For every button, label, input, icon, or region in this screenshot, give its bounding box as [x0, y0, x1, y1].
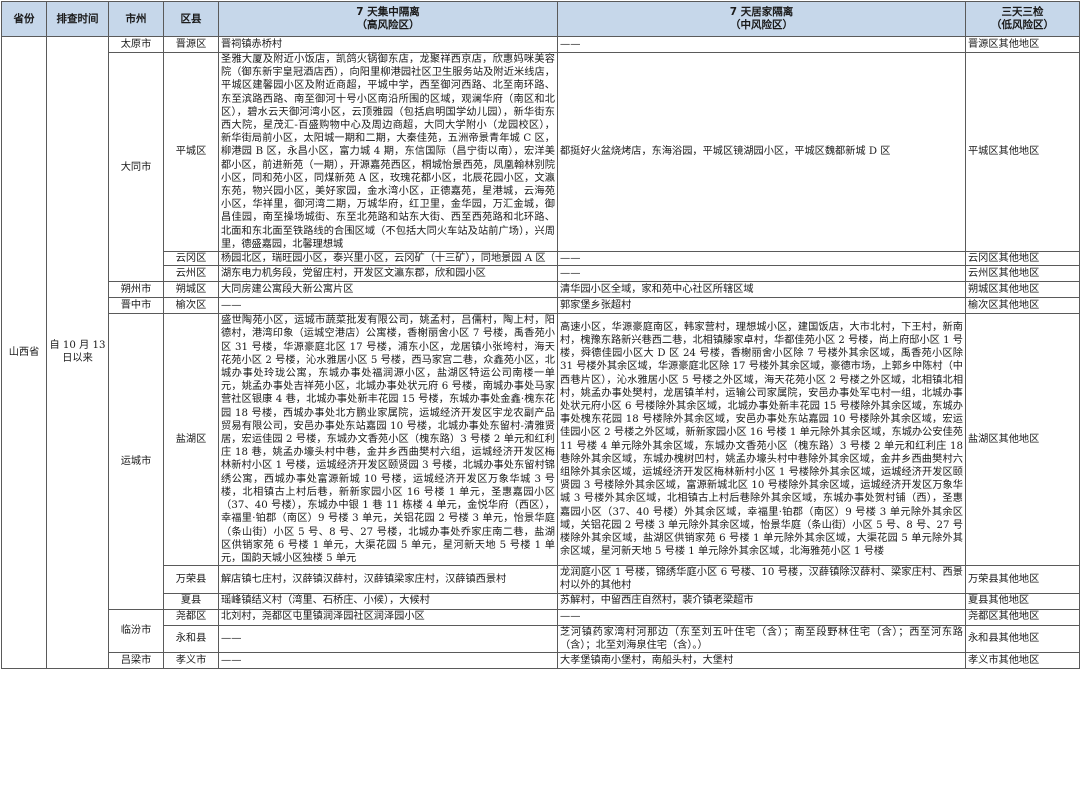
county-cell: 榆次区 — [163, 297, 219, 315]
header-low-title: 三天三检 — [1001, 6, 1044, 18]
high-risk-cell: 盛世陶苑小区，运城市蔬菜批发有限公司，姚孟村，吕儒村，陶上村，阳德村，港湾印象（… — [218, 313, 558, 567]
table-row: 云冈区 杨园北区，瑞旺园小区，泰兴里小区，云冈矿（十三矿），同地景园 A 区 —… — [2, 251, 1080, 267]
mid-risk-cell: 大孝堡镇南小堡村，南船头村，大堡村 — [557, 651, 966, 669]
high-risk-cell: 解店镇七庄村，汉薛镇汉薛村，汉薛镇梁家庄村，汉薛镇西景村 — [218, 565, 558, 594]
high-risk-cell: 圣雅大厦及附近小饭店，凯鸽火锅御东店，龙聚祥西京店，欣惠妈咪美容院（御东新宇皇冠… — [218, 51, 558, 253]
high-risk-cell: —— — [218, 297, 558, 315]
city-cell: 临汾市 — [108, 608, 164, 653]
low-risk-cell: 万荣县其他地区 — [965, 565, 1080, 594]
mid-risk-cell: 都挺好火盆烧烤店，东海浴园，平城区镜湖园小区，平城区魏都新城 D 区 — [557, 51, 966, 253]
low-risk-cell: 夏县其他地区 — [965, 592, 1080, 610]
header-low-risk: 三天三检 （低风险区） — [965, 1, 1080, 37]
low-risk-cell: 永和县其他地区 — [965, 624, 1080, 653]
table-row: 朔州市 朔城区 大同房建公寓段大新公寓片区 清华园小区全域，家和苑中心社区所辖区… — [2, 281, 1080, 299]
header-row: 省份 排查时间 市州 区县 7 天集中隔离 （高风险区） 7 天居家隔离 （中风… — [1, 1, 1080, 37]
header-mid-sub: （中风险区） — [730, 19, 793, 31]
header-low-sub: （低风险区） — [991, 19, 1054, 31]
low-risk-cell: 孝义市其他地区 — [965, 651, 1080, 669]
mid-risk-cell: 高速小区，华源豪庭南区，韩家营村，理想城小区，建国饭店，大市北村，下王村，新南村… — [557, 313, 966, 567]
table-row: 大同市 平城区 圣雅大厦及附近小饭店，凯鸽火锅御东店，龙聚祥西京店，欣惠妈咪美容… — [2, 51, 1080, 283]
county-cell: 云州区 — [163, 265, 219, 283]
mid-risk-cell: 龙润庭小区 1 号楼，锦绣华庭小区 6 号楼、10 号楼，汉薛镇除汉薛村、梁家庄… — [557, 565, 966, 594]
low-risk-cell: 朔城区其他地区 — [965, 281, 1080, 299]
high-risk-cell: 瑶峰镇结义村（湾里、石桥庄、小候），大候村 — [218, 592, 558, 610]
header-high-title: 7 天集中隔离 — [356, 6, 420, 18]
high-risk-cell: 杨园北区，瑞旺园小区，泰兴里小区，云冈矿（十三矿），同地景园 A 区 — [218, 251, 558, 267]
header-province: 省份 — [1, 1, 47, 37]
low-risk-cell: 盐湖区其他地区 — [965, 313, 1080, 567]
province-cell: 山西省 — [1, 36, 47, 669]
high-risk-cell: —— — [218, 651, 558, 669]
city-cell: 太原市 — [108, 36, 164, 53]
mid-risk-cell: 芝河镇药家湾村河那边（东至刘五叶住宅（含）；南至段野林住宅（含）；西至河东路（含… — [557, 624, 966, 653]
mid-risk-cell: —— — [557, 265, 966, 283]
table-row: 永和县 —— 芝河镇药家湾村河那边（东至刘五叶住宅（含）；南至段野林住宅（含）；… — [2, 624, 1080, 653]
mid-risk-cell: 郭家堡乡张超村 — [557, 297, 966, 315]
county-cell: 孝义市 — [163, 651, 219, 669]
header-date: 排查时间 — [46, 1, 109, 37]
table-row: 万荣县 解店镇七庄村，汉薛镇汉薛村，汉薛镇梁家庄村，汉薛镇西景村 龙润庭小区 1… — [2, 565, 1080, 594]
county-cell: 盐湖区 — [163, 313, 219, 567]
header-mid-risk: 7 天居家隔离 （中风险区） — [557, 1, 966, 37]
mid-risk-cell: 苏解村，中留西庄自然村，裴介镇老梁超市 — [557, 592, 966, 610]
low-risk-cell: 平城区其他地区 — [965, 51, 1080, 253]
header-city: 市州 — [108, 1, 164, 37]
table-row: 运城市 盐湖区 盛世陶苑小区，运城市蔬菜批发有限公司，姚孟村，吕儒村，陶上村，阳… — [2, 313, 1080, 610]
high-risk-cell: 大同房建公寓段大新公寓片区 — [218, 281, 558, 299]
high-risk-cell: 湖东电力机务段，党留庄村，开发区文瀛东郡，欣和园小区 — [218, 265, 558, 283]
city-cell: 运城市 — [108, 313, 164, 610]
county-cell: 永和县 — [163, 624, 219, 653]
high-risk-cell: —— — [218, 624, 558, 653]
county-cell: 夏县 — [163, 592, 219, 610]
mid-risk-cell: —— — [557, 251, 966, 267]
city-cell: 晋中市 — [108, 297, 164, 315]
low-risk-cell: 榆次区其他地区 — [965, 297, 1080, 315]
table-row: 夏县 瑶峰镇结义村（湾里、石桥庄、小候），大候村 苏解村，中留西庄自然村，裴介镇… — [2, 592, 1080, 610]
low-risk-cell: 云冈区其他地区 — [965, 251, 1080, 267]
low-risk-cell: 云州区其他地区 — [965, 265, 1080, 283]
risk-area-table: 省份 排查时间 市州 区县 7 天集中隔离 （高风险区） 7 天居家隔离 （中风… — [1, 1, 1080, 669]
mid-risk-cell: —— — [557, 608, 966, 626]
low-risk-cell: 尧都区其他地区 — [965, 608, 1080, 626]
header-high-sub: （高风险区） — [356, 19, 420, 31]
low-risk-cell: 晋源区其他地区 — [965, 36, 1080, 53]
county-cell: 尧都区 — [163, 608, 219, 626]
mid-risk-cell: 清华园小区全域，家和苑中心社区所辖区域 — [557, 281, 966, 299]
header-county: 区县 — [163, 1, 219, 37]
county-cell: 云冈区 — [163, 251, 219, 267]
county-cell: 朔城区 — [163, 281, 219, 299]
mid-risk-cell: —— — [557, 36, 966, 53]
high-risk-cell: 北刘村，尧都区屯里镇润泽园社区润泽园小区 — [218, 608, 558, 626]
table-row: 临汾市 尧都区 北刘村，尧都区屯里镇润泽园社区润泽园小区 —— 尧都区其他地区 — [2, 608, 1080, 653]
county-cell: 万荣县 — [163, 565, 219, 594]
header-high-risk: 7 天集中隔离 （高风险区） — [218, 1, 558, 37]
table-row: 晋中市 榆次区 —— 郭家堡乡张超村 榆次区其他地区 — [2, 297, 1080, 315]
high-risk-cell: 晋祠镇赤桥村 — [218, 36, 558, 53]
county-cell: 平城区 — [163, 51, 219, 253]
table-row: 山西省 自 10 月 13 日以来 太原市 晋源区 晋祠镇赤桥村 —— 晋源区其… — [1, 36, 1080, 669]
date-cell: 自 10 月 13 日以来 — [46, 36, 109, 669]
table-row: 吕梁市 孝义市 —— 大孝堡镇南小堡村，南船头村，大堡村 孝义市其他地区 — [2, 651, 1080, 669]
header-mid-title: 7 天居家隔离 — [729, 6, 794, 18]
county-cell: 晋源区 — [163, 36, 219, 53]
table-row: 云州区 湖东电力机务段，党留庄村，开发区文瀛东郡，欣和园小区 —— 云州区其他地… — [2, 265, 1080, 283]
city-cell: 朔州市 — [108, 281, 164, 299]
city-cell: 大同市 — [108, 51, 164, 283]
city-cell: 吕梁市 — [108, 651, 164, 669]
